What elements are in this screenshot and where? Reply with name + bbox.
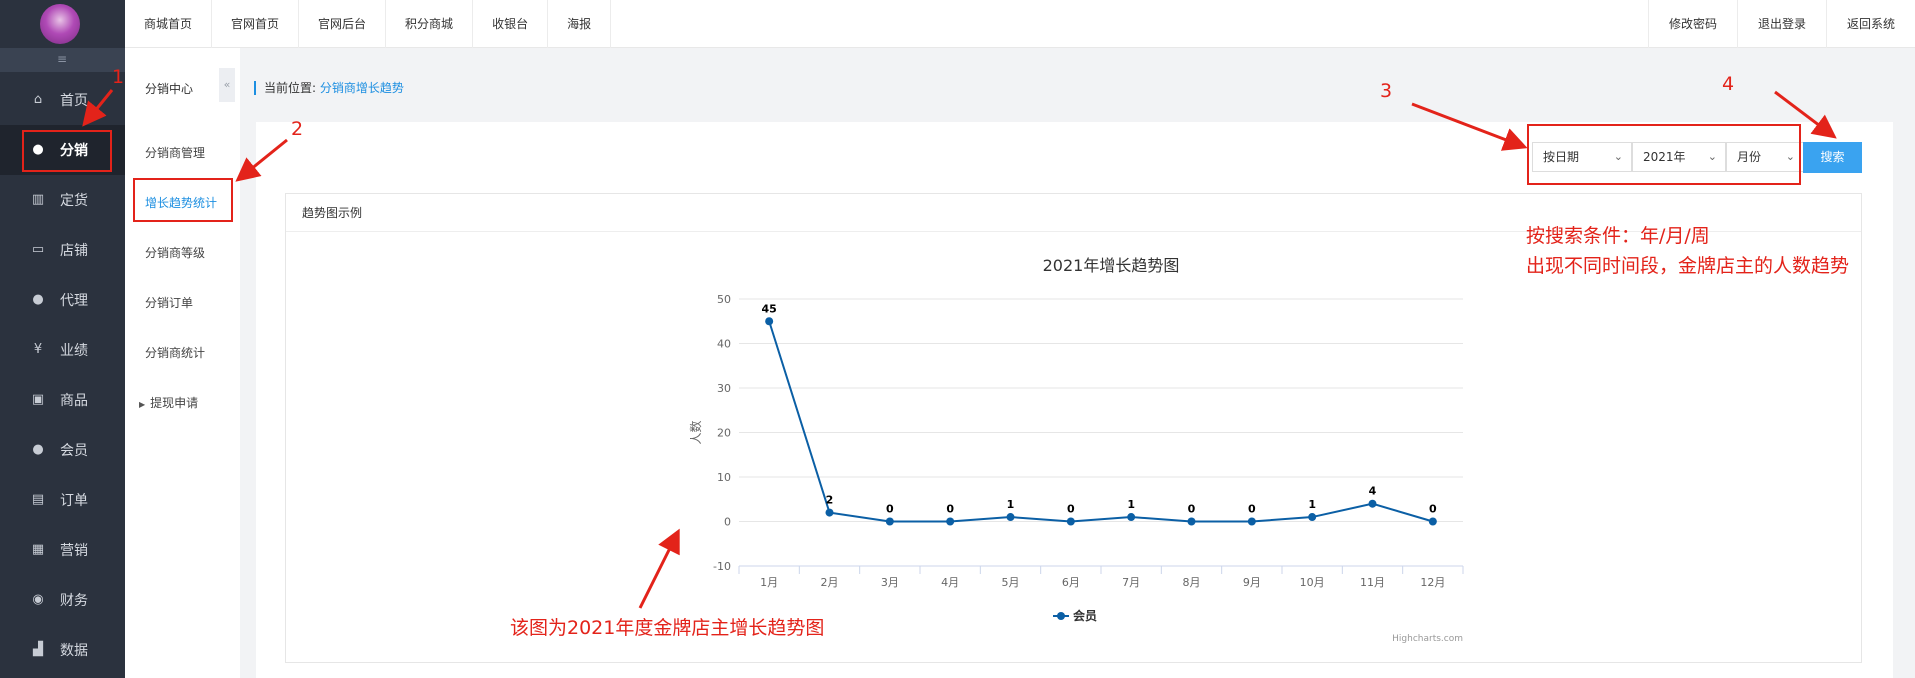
store-icon: ▭ xyxy=(31,242,45,257)
annotation-box-subnav xyxy=(133,178,233,222)
yen-icon: ¥ xyxy=(33,342,43,357)
sidebar-item-9[interactable]: ▦ 营销 xyxy=(0,525,125,575)
member-icon: ● xyxy=(32,442,44,457)
top-nav-right-link-2[interactable]: 返回系统 xyxy=(1825,0,1915,48)
sidebar-item-label: 财务 xyxy=(60,593,88,609)
sidebar-item-3[interactable]: ▭ 店铺 xyxy=(0,225,125,275)
subnav-item-3[interactable]: 分销订单 xyxy=(145,294,193,311)
sidebar-item-label: 定货 xyxy=(60,193,88,209)
annotation-number-3: 3 xyxy=(1380,80,1393,102)
annotation-search-note-line1: 按搜索条件：年/月/周 xyxy=(1526,225,1710,247)
sidebar-item-5[interactable]: ¥ 业绩 xyxy=(0,325,125,375)
subnav-item-0[interactable]: 分销商管理 xyxy=(145,144,205,161)
sidebar-item-2[interactable]: ▥ 定货 xyxy=(0,175,125,225)
data-icon: ▟ xyxy=(33,642,43,657)
annotation-number-2: 2 xyxy=(291,118,304,140)
sidebar-item-10[interactable]: ◉ 财务 xyxy=(0,575,125,625)
top-nav-link-1[interactable]: 官网首页 xyxy=(212,0,300,48)
agent-icon: ● xyxy=(32,292,44,307)
annotation-search-note-line2: 出现不同时间段，金牌店主的人数趋势 xyxy=(1526,255,1850,277)
subnav-item-5[interactable]: ▶ 提现申请 xyxy=(139,394,198,411)
menu-toggle-icon[interactable]: ≡ xyxy=(54,52,70,66)
logo-avatar[interactable] xyxy=(40,4,80,44)
top-nav-right-link-0[interactable]: 修改密码 xyxy=(1647,0,1737,48)
sidebar-item-label: 营销 xyxy=(60,543,88,559)
collapse-subnav-icon[interactable]: « xyxy=(219,68,235,102)
sidebar-item-label: 代理 xyxy=(60,293,88,309)
main-sidebar: ≡ ⌂ 首页 ● 分销 ▥ 定货 ▭ 店铺 ● 代理 ¥ 业绩 ▣ 商品 ● 会员 ▤ 订单 ▦ 营销 ◉ 财务 ▟ 数据 xyxy=(0,0,125,678)
subnav-item-2[interactable]: 分销商等级 xyxy=(145,244,205,261)
subnav-item-label: 分销商统计 xyxy=(145,346,206,360)
top-nav-link-3[interactable]: 积分商城 xyxy=(386,0,474,48)
subnav-item-label: 提现申请 xyxy=(150,396,199,410)
sidebar-item-label: 订单 xyxy=(60,493,88,509)
sidebar-item-label: 商品 xyxy=(60,393,88,409)
breadcrumb: 当前位置: 分销商增长趋势 xyxy=(254,81,404,95)
sidebar-item-4[interactable]: ● 代理 xyxy=(0,275,125,325)
top-nav-link-0[interactable]: 商城首页 xyxy=(125,0,213,48)
sidebar-item-11[interactable]: ▟ 数据 xyxy=(0,625,125,675)
subnav-item-label: 分销订单 xyxy=(145,296,194,310)
subnav-title: 分销中心 xyxy=(145,82,194,96)
sidebar-item-label: 数据 xyxy=(60,643,88,659)
annotation-chart-note: 该图为2021年度金牌店主增长趋势图 xyxy=(510,617,825,639)
annotation-box-sidebar xyxy=(22,130,112,172)
finance-icon: ◉ xyxy=(32,592,44,607)
subnav-item-4[interactable]: 分销商统计 xyxy=(145,344,205,361)
search-button[interactable]: 搜索 xyxy=(1803,142,1862,173)
top-nav-link-5[interactable]: 海报 xyxy=(548,0,612,48)
sidebar-item-label: 会员 xyxy=(60,443,88,459)
annotation-box-filters xyxy=(1527,124,1801,185)
goods-icon: ▣ xyxy=(31,392,45,407)
bar-chart-icon: ▥ xyxy=(31,192,45,207)
sidebar-item-8[interactable]: ▤ 订单 xyxy=(0,475,125,525)
sidebar-item-label: 业绩 xyxy=(60,343,88,359)
order-icon: ▤ xyxy=(31,492,45,507)
sub-nav xyxy=(125,48,240,678)
gift-icon: ▦ xyxy=(31,542,45,557)
annotation-number-4: 4 xyxy=(1722,73,1735,95)
subnav-item-label: 分销商管理 xyxy=(145,146,206,160)
top-nav-link-4[interactable]: 收银台 xyxy=(473,0,549,48)
sidebar-item-0[interactable]: ⌂ 首页 xyxy=(0,75,125,125)
sidebar-item-7[interactable]: ● 会员 xyxy=(0,425,125,475)
sidebar-item-label: 首页 xyxy=(60,93,88,109)
caret-right-icon: ▶ xyxy=(139,400,146,409)
breadcrumb-prefix: 当前位置: xyxy=(264,81,317,95)
top-nav: 商城首页 官网首页 官网后台 积分商城 收银台 海报 修改密码 退出登录 返回系统 xyxy=(125,0,1915,48)
top-nav-right-link-1[interactable]: 退出登录 xyxy=(1736,0,1826,48)
top-nav-link-2[interactable]: 官网后台 xyxy=(299,0,387,48)
sidebar-item-6[interactable]: ▣ 商品 xyxy=(0,375,125,425)
annotation-number-1: 1 xyxy=(112,66,125,88)
subnav-item-label: 分销商等级 xyxy=(145,246,206,260)
home-icon: ⌂ xyxy=(33,92,43,107)
sidebar-item-label: 店铺 xyxy=(60,243,88,259)
breadcrumb-current[interactable]: 分销商增长趋势 xyxy=(320,81,404,95)
